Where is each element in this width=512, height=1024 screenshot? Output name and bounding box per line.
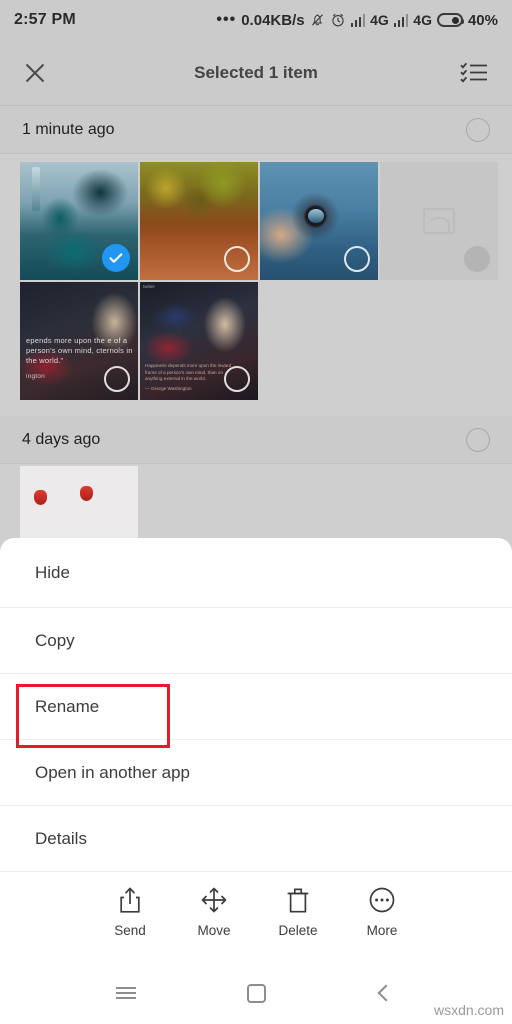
- thumbnail-autumn-path-photo[interactable]: [140, 162, 258, 280]
- status-time: 2:57 PM: [14, 11, 76, 28]
- thumbnail-camera-lens-photo[interactable]: [260, 162, 378, 280]
- network-speed-label: 0.04KB/s: [241, 11, 305, 29]
- gallery-content: 1 minute ago epends more upon the e of a…: [0, 106, 512, 546]
- select-circle[interactable]: [104, 366, 130, 392]
- watermark: wsxdn.com: [433, 1002, 504, 1018]
- action-label: Move: [197, 923, 231, 938]
- more-action[interactable]: More: [340, 886, 424, 938]
- action-label: Send: [114, 923, 146, 938]
- sim2-network-label: 4G: [413, 12, 432, 28]
- notifications-muted-icon: [310, 12, 325, 28]
- group-select-circle[interactable]: [466, 117, 490, 142]
- thumbnail-washington-quote-photo-1[interactable]: epends more upon the e of a person's own…: [20, 282, 138, 400]
- image-placeholder-icon: [423, 208, 455, 234]
- photo-source-tag: twitter: [143, 284, 156, 289]
- group-header-1[interactable]: 1 minute ago: [0, 106, 512, 154]
- battery-icon: [436, 13, 465, 27]
- selection-header: Selected 1 item: [0, 40, 512, 106]
- group-label: 4 days ago: [22, 430, 101, 448]
- menu-item-hide[interactable]: Hide: [0, 538, 512, 608]
- status-icons: ••• 0.04KB/s 4G 4G 40%: [216, 12, 498, 29]
- sim1-network-label: 4G: [370, 12, 389, 28]
- group-select-circle[interactable]: [466, 427, 490, 452]
- thumbnail-strawberry-photo[interactable]: [20, 466, 138, 546]
- photo-artwork: [80, 486, 93, 501]
- alarm-icon: [330, 12, 346, 28]
- menu-item-copy[interactable]: Copy: [0, 608, 512, 674]
- move-action[interactable]: Move: [172, 886, 256, 938]
- back-icon[interactable]: [371, 978, 401, 1008]
- signal-bars-icon-sim2: [393, 13, 409, 27]
- overflow-dots-icon: •••: [216, 11, 237, 28]
- send-action[interactable]: Send: [88, 886, 172, 938]
- select-circle[interactable]: [224, 366, 250, 392]
- status-bar: 2:57 PM ••• 0.04KB/s 4G 4G 40%: [0, 0, 512, 40]
- photo-quote-text: Happiness depends more upon the inward f…: [145, 363, 232, 391]
- select-circle[interactable]: [344, 246, 370, 272]
- photo-quote-attribution: — George Washington: [145, 385, 192, 391]
- close-icon[interactable]: [22, 60, 48, 86]
- share-icon: [117, 886, 143, 914]
- photo-gallery-selection-screen: 2:57 PM ••• 0.04KB/s 4G 4G 40% Selected …: [0, 0, 512, 1024]
- menu-item-rename[interactable]: Rename: [0, 674, 512, 740]
- more-icon: [368, 886, 396, 914]
- thumbnail-washington-quote-photo-2[interactable]: twitter Happiness depends more upon the …: [140, 282, 258, 400]
- home-icon[interactable]: [241, 978, 271, 1008]
- thumbnail-loading-placeholder[interactable]: [380, 162, 498, 280]
- action-bar: Send Move Delete More: [0, 868, 512, 956]
- action-label: Delete: [278, 923, 318, 938]
- move-icon: [200, 886, 228, 914]
- signal-bars-icon-sim1: [350, 13, 366, 27]
- delete-action[interactable]: Delete: [256, 886, 340, 938]
- photo-artwork: [34, 490, 47, 505]
- photo-grid-1: epends more upon the e of a person's own…: [0, 154, 512, 400]
- menu-icon[interactable]: [111, 978, 141, 1008]
- selected-check-icon[interactable]: [102, 244, 130, 272]
- group-label: 1 minute ago: [22, 120, 115, 138]
- select-circle[interactable]: [464, 246, 490, 272]
- battery-percent-label: 40%: [467, 11, 498, 29]
- photo-grid-2: [0, 466, 512, 546]
- menu-item-open-in-another-app[interactable]: Open in another app: [0, 740, 512, 806]
- context-menu-sheet: Hide Copy Rename Open in another app Det…: [0, 538, 512, 1024]
- trash-icon: [285, 886, 311, 914]
- menu-item-details[interactable]: Details: [0, 806, 512, 872]
- group-header-2[interactable]: 4 days ago: [0, 416, 512, 464]
- action-label: More: [366, 923, 398, 938]
- select-circle[interactable]: [224, 246, 250, 272]
- select-all-checklist-icon[interactable]: [460, 61, 490, 85]
- thumbnail-fantasy-statue-photo[interactable]: [20, 162, 138, 280]
- page-title: Selected 1 item: [194, 62, 318, 82]
